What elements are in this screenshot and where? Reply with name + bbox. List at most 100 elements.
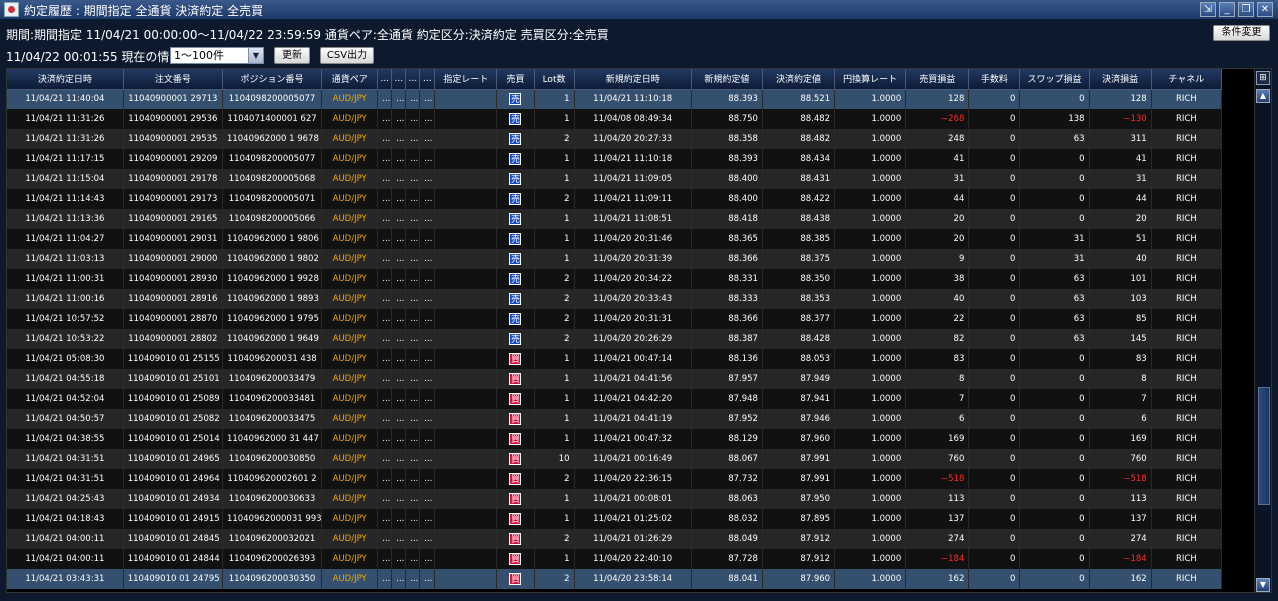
table-cell: 110409010 01 24965 (123, 449, 223, 469)
table-row[interactable]: 11/04/21 11:40:04 11040900001 29713 110409… (7, 89, 1223, 109)
column-header[interactable]: 円換算レート (834, 69, 907, 90)
table-row[interactable]: 11/04/21 10:57:52 11040900001 28870 110409… (7, 309, 1223, 329)
table-cell: 9 (905, 249, 970, 269)
table-cell: 11040962000 31 447 (222, 429, 323, 449)
column-header[interactable]: ... (405, 69, 421, 90)
table-cell: ... (391, 369, 407, 389)
column-header[interactable]: 新規約定日時 (574, 69, 692, 90)
table-cell: RICH (1151, 389, 1223, 409)
range-select[interactable]: 1〜100件 ▼ (170, 47, 264, 64)
column-header[interactable]: ... (377, 69, 393, 90)
table-cell: 11/04/21 04:52:04 (7, 389, 124, 409)
column-header[interactable]: ... (391, 69, 407, 90)
side-cell: 買 (496, 469, 535, 489)
table-cell: 88.387 (691, 329, 763, 349)
table-row[interactable]: 11/04/21 11:15:04 11040900001 29178 110409… (7, 169, 1223, 189)
csv-export-button[interactable]: CSV出力 (320, 47, 374, 64)
settings-icon[interactable]: ⊞ (1256, 71, 1270, 85)
table-row[interactable]: 11/04/21 11:31:26 11040900001 29536 110407… (7, 109, 1223, 129)
table-cell: RICH (1151, 149, 1223, 169)
table-cell: AUD/JPY (321, 169, 379, 189)
table-cell: −518 (905, 469, 970, 489)
column-header[interactable]: ... (419, 69, 436, 90)
table-cell: 44 (905, 189, 970, 209)
table-cell: 113 (905, 489, 970, 509)
table-row[interactable]: 11/04/21 04:31:51 110409010 01 24964 11040… (7, 469, 1223, 489)
side-cell: 売 (496, 209, 535, 229)
table-cell: 0 (1019, 389, 1090, 409)
column-header[interactable]: チャネル (1151, 69, 1223, 90)
table-cell: 11/04/08 08:49:34 (574, 109, 692, 129)
table-cell (434, 329, 498, 349)
column-header[interactable]: 手数料 (968, 69, 1021, 90)
table-cell: 63 (1019, 129, 1090, 149)
table-cell: 87.912 (762, 549, 836, 569)
table-row[interactable]: 11/04/21 11:00:31 11040900001 28930 110409… (7, 269, 1223, 289)
column-header[interactable]: 指定レート (434, 69, 498, 90)
column-header[interactable]: 決済損益 (1089, 69, 1152, 90)
table-row[interactable]: 11/04/21 11:03:13 11040900001 29000 110409… (7, 249, 1223, 269)
table-row[interactable]: 11/04/21 04:52:04 110409010 01 25089 11040… (7, 389, 1223, 409)
scroll-track[interactable] (1256, 105, 1270, 576)
table-row[interactable]: 11/04/21 04:18:43 110409010 01 24915 11040… (7, 509, 1223, 529)
table-row[interactable]: 11/04/21 11:14:43 11040900001 29173 110409… (7, 189, 1223, 209)
column-header[interactable]: 売買損益 (905, 69, 970, 90)
restore-down-icon[interactable]: ⇲ (1200, 2, 1216, 17)
column-header[interactable]: 通貨ペア (321, 69, 379, 90)
table-row[interactable]: 11/04/21 04:50:57 110409010 01 25082 11040… (7, 409, 1223, 429)
minimize-button[interactable]: _ (1219, 2, 1235, 17)
scroll-thumb[interactable] (1258, 387, 1270, 505)
table-cell: 11/04/21 11:08:51 (574, 209, 692, 229)
table-row[interactable]: 11/04/21 05:08:30 110409010 01 25155 11040… (7, 349, 1223, 369)
table-cell: ... (377, 229, 393, 249)
table-cell: 11040900001 29165 (123, 209, 223, 229)
table-row[interactable]: 11/04/21 04:31:51 110409010 01 24965 11040… (7, 449, 1223, 469)
column-header[interactable]: ポジション番号 (222, 69, 323, 90)
table-row[interactable]: 11/04/21 11:04:27 11040900001 29031 110409… (7, 229, 1223, 249)
table-cell: 11/04/21 11:10:18 (574, 89, 692, 109)
table-cell: −184 (905, 549, 970, 569)
buy-badge: 買 (509, 513, 522, 525)
table-cell: 1104096200033481 (222, 389, 323, 409)
table-cell: ... (391, 129, 407, 149)
change-conditions-button[interactable]: 条件変更 (1213, 25, 1270, 41)
table-row[interactable]: 11/04/21 11:17:15 11040900001 29209 110409… (7, 149, 1223, 169)
table-cell: ... (377, 169, 393, 189)
table-row[interactable]: 11/04/21 03:43:31 110409010 01 24795 11040… (7, 569, 1223, 589)
column-header[interactable]: Lot数 (534, 69, 575, 90)
table-row[interactable]: 11/04/21 04:55:18 110409010 01 25101 11040… (7, 369, 1223, 389)
table-cell: 11/04/21 01:26:29 (574, 529, 692, 549)
update-button[interactable]: 更新 (274, 47, 310, 64)
scroll-up-button[interactable]: ▲ (1256, 89, 1270, 103)
table-cell: 11/04/21 11:14:43 (7, 189, 124, 209)
close-button[interactable]: ✕ (1257, 2, 1273, 17)
column-header[interactable]: スワップ損益 (1019, 69, 1090, 90)
table-cell: ... (377, 329, 393, 349)
column-header[interactable]: 売買 (496, 69, 535, 90)
column-header[interactable]: 新規約定値 (691, 69, 763, 90)
table-row[interactable]: 11/04/21 11:31:26 11040900001 29535 110409… (7, 129, 1223, 149)
table-row[interactable]: 11/04/21 04:38:55 110409010 01 25014 11040… (7, 429, 1223, 449)
table-row[interactable]: 11/04/21 10:53:22 11040900001 28802 110409… (7, 329, 1223, 349)
column-header[interactable]: 決済約定値 (762, 69, 836, 90)
side-cell: 売 (496, 89, 535, 109)
column-header[interactable]: 注文番号 (123, 69, 223, 90)
scroll-down-button[interactable]: ▼ (1256, 578, 1270, 592)
table-row[interactable]: 11/04/21 11:00:16 11040900001 28916 110409… (7, 289, 1223, 309)
table-row[interactable]: 11/04/21 04:25:43 110409010 01 24934 11040… (7, 489, 1223, 509)
table-row[interactable]: 11/04/21 04:00:11 110409010 01 24845 11040… (7, 529, 1223, 549)
column-header[interactable]: 決済約定日時 (7, 69, 124, 90)
table-cell: 11/04/21 11:03:13 (7, 249, 124, 269)
table-row[interactable]: 11/04/21 04:00:11 110409010 01 24844 11040… (7, 549, 1223, 569)
table-row[interactable]: 11/04/21 11:13:36 11040900001 29165 110409… (7, 209, 1223, 229)
maximize-button[interactable]: ❐ (1238, 2, 1254, 17)
table-cell: ... (391, 489, 407, 509)
chevron-down-icon[interactable]: ▼ (248, 48, 263, 63)
table-cell: ... (377, 189, 393, 209)
vertical-scrollbar[interactable]: ⊞ ▲ ▼ (1254, 69, 1271, 592)
table-cell: 0 (1019, 149, 1090, 169)
table-cell: 1.0000 (834, 269, 907, 289)
buy-badge: 買 (509, 353, 522, 365)
table-cell: ... (419, 249, 436, 269)
table-cell: RICH (1151, 449, 1223, 469)
